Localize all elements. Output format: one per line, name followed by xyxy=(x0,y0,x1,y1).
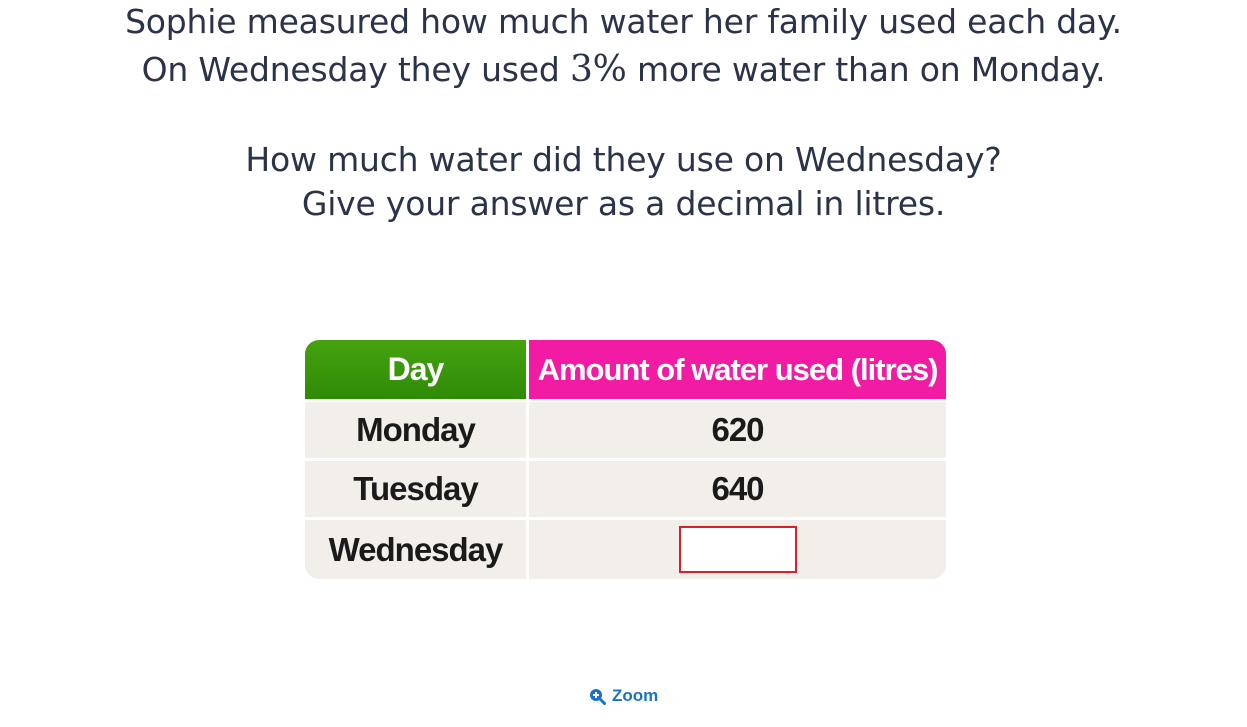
zoom-button[interactable]: Zoom xyxy=(589,686,658,706)
zoom-label: Zoom xyxy=(612,686,659,705)
question-line-1: Sophie measured how much water her famil… xyxy=(125,2,1122,41)
answer-input-box[interactable] xyxy=(678,526,797,573)
table-cell-day-wednesday: Wednesday xyxy=(305,520,526,579)
question-line-2: On Wednesday they used 3% more water tha… xyxy=(0,46,1247,94)
zoom-in-icon xyxy=(589,688,606,705)
water-usage-table: Day Amount of water used (litres) Monday… xyxy=(305,340,946,579)
table-cell-amount-monday: 620 xyxy=(529,402,946,458)
question-line-2-prefix: On Wednesday they used xyxy=(141,50,570,89)
table-header-amount: Amount of water used (litres) xyxy=(529,340,946,399)
table-header-day: Day xyxy=(305,340,526,399)
question-line-4: Give your answer as a decimal in litres. xyxy=(301,184,946,223)
table-cell-day-monday: Monday xyxy=(305,402,526,458)
table-cell-day-tuesday: Tuesday xyxy=(305,461,526,517)
table-cell-amount-tuesday: 640 xyxy=(529,461,946,517)
percentage-math: 3% xyxy=(569,49,627,90)
question-line-2-suffix: more water than on Monday. xyxy=(626,50,1106,89)
question-line-3: How much water did they use on Wednesday… xyxy=(245,140,1002,179)
table-cell-amount-wednesday xyxy=(529,520,946,579)
